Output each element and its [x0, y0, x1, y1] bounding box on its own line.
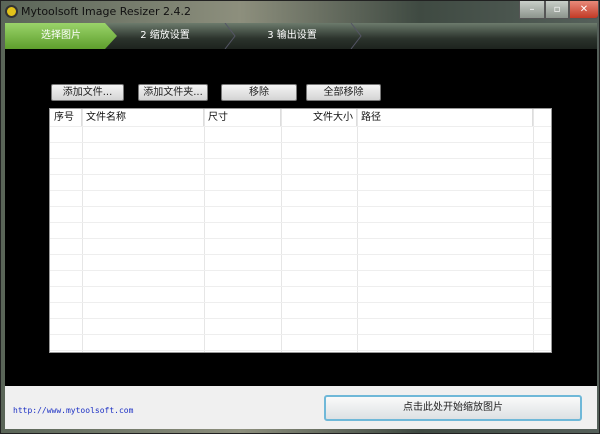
column-header-index[interactable]: 序号 — [50, 109, 82, 126]
grid-row-line — [50, 318, 551, 319]
main-panel: 添加文件... 添加文件夹... 移除 全部移除 序号 文件名称 尺寸 文件大小… — [5, 49, 597, 386]
minimize-button[interactable]: – — [519, 1, 545, 19]
grid-row-line — [50, 254, 551, 255]
column-header-dimensions[interactable]: 尺寸 — [204, 109, 281, 126]
grid-row-line — [50, 174, 551, 175]
grid-row-line — [50, 142, 551, 143]
add-file-button[interactable]: 添加文件... — [51, 84, 124, 101]
start-resize-button[interactable]: 点击此处开始缩放图片 — [324, 395, 582, 421]
grid-column-line — [82, 109, 83, 352]
title-bar[interactable]: Mytoolsoft Image Resizer 2.4.2 – ▫ ✕ — [1, 1, 600, 23]
step-separator-icon — [350, 23, 362, 49]
grid-column-line — [533, 109, 534, 352]
grid-row-line — [50, 286, 551, 287]
app-window: Mytoolsoft Image Resizer 2.4.2 – ▫ ✕ 选择图… — [0, 0, 600, 434]
grid-column-line — [281, 109, 282, 352]
column-header-filename[interactable]: 文件名称 — [82, 109, 204, 126]
app-icon — [5, 5, 18, 18]
grid-row-line — [50, 158, 551, 159]
grid-row-line — [50, 190, 551, 191]
remove-button[interactable]: 移除 — [221, 84, 297, 101]
grid-column-line — [357, 109, 358, 352]
remove-all-button[interactable]: 全部移除 — [306, 84, 381, 101]
tab-select-images[interactable]: 选择图片 — [5, 23, 117, 49]
step-tabs: 选择图片 2 缩放设置 3 输出设置 — [5, 23, 597, 49]
add-folder-button[interactable]: 添加文件夹... — [138, 84, 208, 101]
close-button[interactable]: ✕ — [569, 1, 599, 19]
file-list-table[interactable]: 序号 文件名称 尺寸 文件大小 路径 — [49, 108, 552, 353]
maximize-button[interactable]: ▫ — [545, 1, 569, 19]
grid-row-line — [50, 270, 551, 271]
grid-row-line — [50, 334, 551, 335]
grid-row-line — [50, 206, 551, 207]
website-link[interactable]: http://www.mytoolsoft.com — [13, 406, 133, 415]
tab-output-settings[interactable]: 3 输出设置 — [227, 23, 357, 49]
grid-row-line — [50, 222, 551, 223]
tab-resize-settings[interactable]: 2 缩放设置 — [105, 23, 225, 49]
grid-row-line — [50, 350, 551, 351]
footer-bar: http://www.mytoolsoft.com 点击此处开始缩放图片 — [5, 386, 597, 429]
column-header-filesize[interactable]: 文件大小 — [281, 109, 357, 126]
grid-column-line — [204, 109, 205, 352]
grid-row-line — [50, 302, 551, 303]
grid-row-line — [50, 126, 551, 127]
window-title: Mytoolsoft Image Resizer 2.4.2 — [21, 5, 191, 18]
column-header-path[interactable]: 路径 — [357, 109, 533, 126]
grid-row-line — [50, 238, 551, 239]
